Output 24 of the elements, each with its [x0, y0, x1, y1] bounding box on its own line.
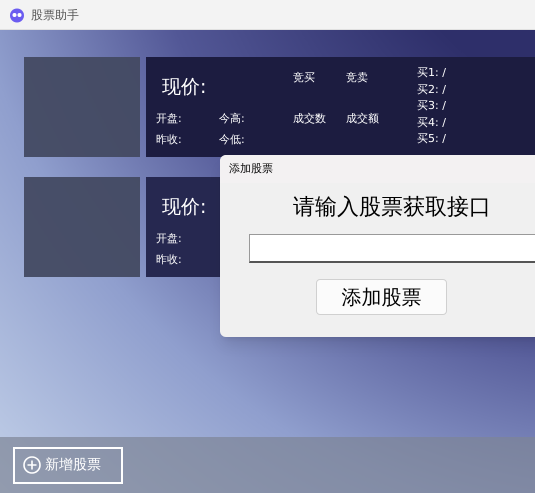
add-stock-confirm-button[interactable]: 添加股票 — [316, 279, 447, 315]
ask-label: 竞卖 — [346, 70, 368, 86]
buy-level-label: 买5: / — [417, 131, 446, 147]
buy-level-label: 买3: / — [417, 98, 446, 114]
buy-level-label: 买4: / — [417, 114, 446, 130]
dialog-title: 添加股票 — [229, 160, 273, 177]
prev-close-label: 昨收: — [156, 132, 182, 148]
low-label: 今低: — [219, 132, 245, 148]
window-title: 股票助手 — [31, 6, 79, 24]
plus-circle-icon — [23, 456, 41, 474]
api-input-field[interactable] — [249, 234, 535, 263]
open-label: 开盘: — [156, 231, 182, 247]
price-label: 现价: — [162, 195, 206, 220]
price-label: 现价: — [162, 75, 206, 100]
buy-level-label: 买1: / — [417, 65, 446, 81]
owl-icon — [9, 6, 25, 22]
dialog-prompt: 请输入股票获取接口 — [293, 194, 491, 222]
amount-label: 成交额 — [346, 111, 379, 127]
buy-level-label: 买2: / — [417, 82, 446, 98]
open-label: 开盘: — [156, 111, 182, 127]
bid-label: 竞买 — [293, 70, 315, 86]
high-label: 今高: — [219, 111, 245, 127]
volume-label: 成交数 — [293, 111, 326, 127]
prev-close-label: 昨收: — [156, 252, 182, 268]
